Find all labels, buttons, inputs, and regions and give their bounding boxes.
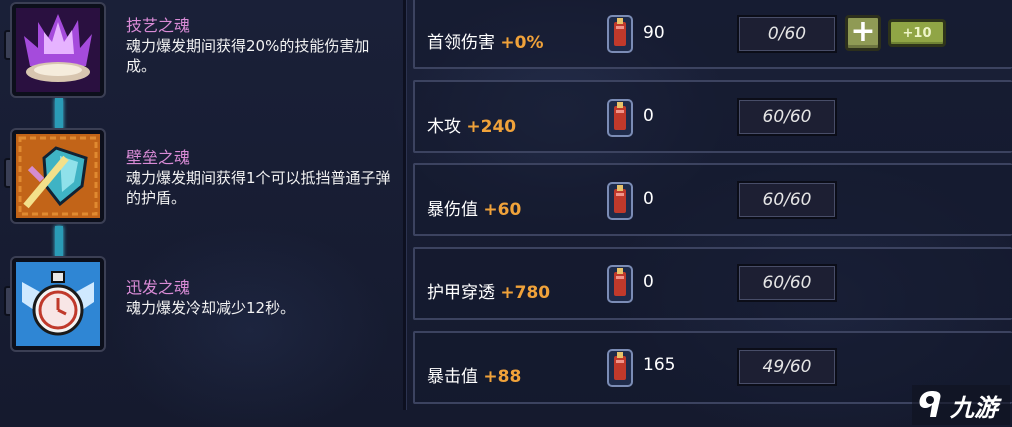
skill-icon-bulwark[interactable] — [12, 130, 104, 222]
column-divider — [403, 0, 406, 410]
gem-icon — [605, 264, 635, 304]
plus-icon: + — [850, 13, 876, 49]
gem-icon — [605, 98, 635, 138]
gem-count: 0 — [643, 106, 654, 126]
skill-description: 魂力爆发冷却减少12秒。 — [126, 299, 296, 317]
skill-description: 魂力爆发期间获得20%的技能伤害加成。 — [126, 37, 370, 75]
gem-icon — [605, 181, 635, 221]
stat-name: 暴伤值 — [427, 200, 478, 220]
stat-name: 护甲穿透 — [427, 283, 495, 303]
stat-bonus: +0% — [500, 33, 544, 53]
stat-row-boss-damage: 首领伤害 +0% 90 0/60 + +10 — [413, 0, 1012, 69]
skill-column: 技艺之魂 魂力爆发期间获得20%的技能伤害加成。 壁垒之魂 魂力爆发期间获得1个… — [0, 0, 405, 427]
watermark-text: 九游 — [950, 393, 998, 422]
shield-sword-icon — [16, 134, 100, 218]
stopwatch-icon — [16, 262, 100, 346]
stat-name: 暴击值 — [427, 367, 478, 387]
stat-bonus: +60 — [483, 200, 522, 220]
level-display: 0/60 — [737, 15, 837, 53]
skill-name: 壁垒之魂 — [126, 148, 191, 167]
stat-label: 首领伤害 +0% — [427, 28, 544, 53]
stat-row-wood-attack: 木攻 +240 0 60/60 — [413, 80, 1012, 153]
add-point-button[interactable]: + — [845, 15, 881, 51]
level-display: 60/60 — [737, 264, 837, 302]
gem-count: 90 — [643, 23, 665, 43]
connector-line — [55, 226, 63, 258]
level-display: 60/60 — [737, 98, 837, 136]
stat-row-armor-penetration: 护甲穿透 +780 0 60/60 — [413, 247, 1012, 320]
gem-count: 0 — [643, 272, 654, 292]
stat-name: 木攻 — [427, 117, 461, 137]
skill-name: 迅发之魂 — [126, 278, 191, 297]
skill-name: 技艺之魂 — [126, 16, 191, 35]
skill-icon-craft[interactable] — [12, 4, 104, 96]
level-display: 60/60 — [737, 181, 837, 219]
skill-description: 魂力爆发期间获得1个可以抵挡普通子弹的护盾。 — [126, 169, 391, 207]
gem-count: 0 — [643, 189, 654, 209]
connector-line — [55, 98, 63, 130]
watermark: 九游 — [912, 385, 1010, 425]
stat-row-crit-damage: 暴伤值 +60 0 60/60 — [413, 163, 1012, 236]
stat-label: 木攻 +240 — [427, 112, 516, 137]
add-ten-button[interactable]: +10 — [888, 19, 946, 47]
stat-label: 暴伤值 +60 — [427, 195, 521, 220]
gem-icon — [605, 348, 635, 388]
logo-icon — [919, 391, 941, 417]
gem-icon — [605, 14, 635, 54]
purple-crystal-icon — [16, 8, 100, 92]
stat-label: 护甲穿透 +780 — [427, 278, 550, 303]
stat-label: 暴击值 +88 — [427, 362, 521, 387]
level-display: 49/60 — [737, 348, 837, 386]
gem-count: 165 — [643, 355, 676, 375]
stat-bonus: +88 — [483, 367, 522, 387]
skill-icon-swift[interactable] — [12, 258, 104, 350]
stat-name: 首领伤害 — [427, 33, 495, 53]
stat-bonus: +780 — [500, 283, 551, 303]
stat-bonus: +240 — [466, 117, 517, 137]
